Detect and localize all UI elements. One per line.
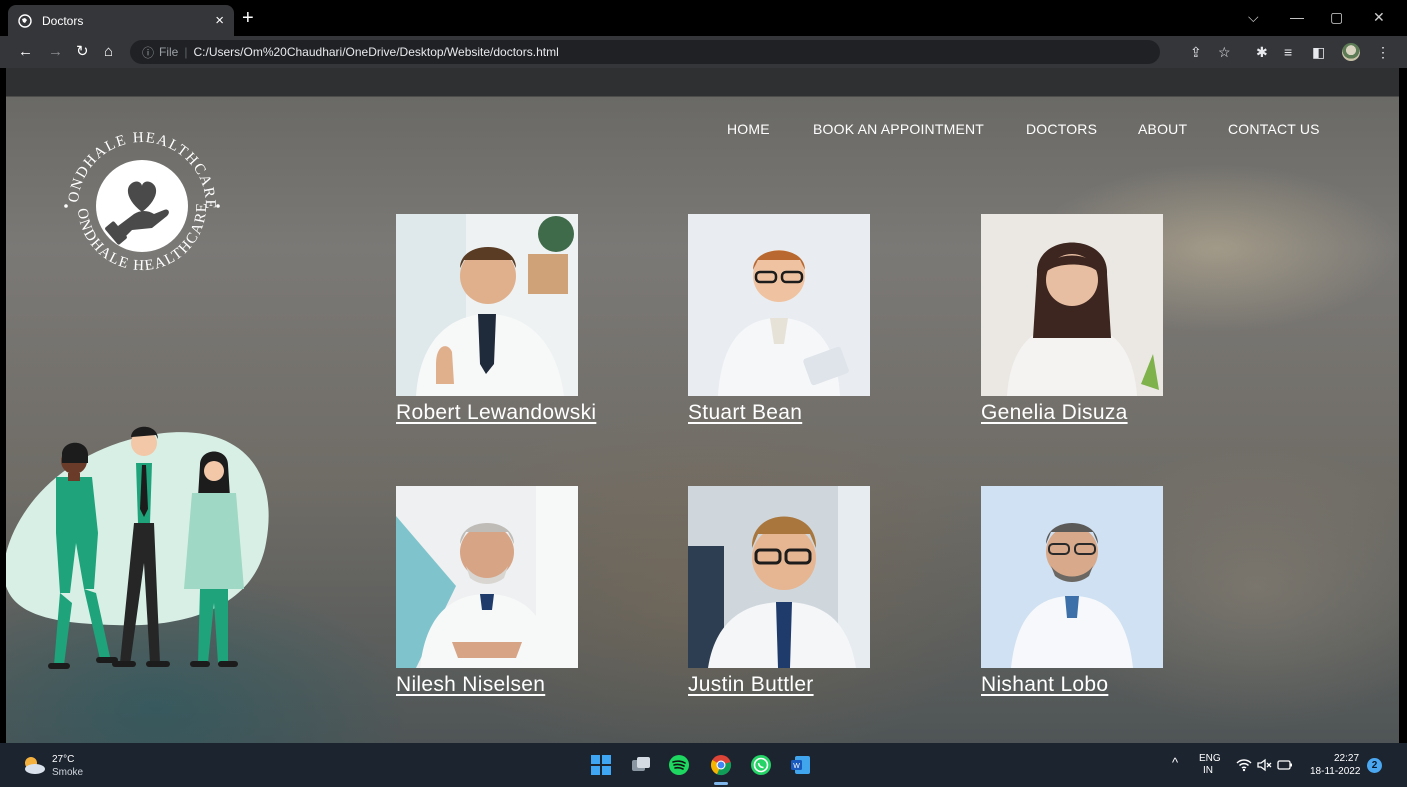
reload-button[interactable]: ↻	[76, 43, 89, 61]
browser-menu-icon[interactable]: ⋮	[1376, 44, 1390, 60]
weather-cloud-icon[interactable]	[22, 755, 46, 775]
restore-button[interactable]: ▢	[1330, 9, 1343, 25]
clock-date[interactable]: 18-11-2022	[1310, 766, 1360, 777]
close-window-button[interactable]: ✕	[1373, 9, 1385, 25]
clock-time[interactable]: 22:27	[1334, 753, 1359, 764]
reading-list-icon[interactable]: ≡	[1284, 44, 1292, 60]
battery-icon[interactable]	[1277, 759, 1293, 771]
doctor-name-robert[interactable]: Robert Lewandowski	[396, 401, 596, 425]
nav-doctors[interactable]: DOCTORS	[1026, 121, 1097, 137]
nav-book-appointment[interactable]: BOOK AN APPOINTMENT	[813, 121, 984, 137]
share-icon[interactable]: ⇪	[1190, 44, 1202, 60]
side-panel-icon[interactable]: ◧	[1312, 44, 1325, 60]
whatsapp-icon[interactable]	[750, 754, 772, 776]
chrome-active-indicator	[714, 782, 728, 785]
nav-home[interactable]: HOME	[727, 121, 770, 137]
word-icon[interactable]: W	[790, 754, 812, 776]
doctor-photo-nilesh[interactable]	[396, 486, 578, 668]
language-top[interactable]: ENG	[1199, 753, 1221, 764]
tab-search-icon[interactable]: ⌵	[1248, 9, 1259, 25]
url-separator: |	[184, 45, 188, 59]
forward-button[interactable]: →	[48, 43, 63, 61]
main-nav: HOME BOOK AN APPOINTMENT DOCTORS ABOUT C…	[6, 121, 1399, 141]
doctor-name-nishant[interactable]: Nishant Lobo	[981, 673, 1108, 697]
minimize-button[interactable]: —	[1290, 9, 1304, 25]
page-viewport: JONDHALE HEALTHCARE JONDHALE HEALTHCARE …	[6, 68, 1399, 743]
doctor-name-genelia[interactable]: Genelia Disuza	[981, 401, 1128, 425]
windows-start-icon[interactable]	[590, 754, 612, 776]
profile-avatar[interactable]	[1342, 43, 1360, 61]
weather-description[interactable]: Smoke	[52, 767, 83, 778]
wifi-icon[interactable]	[1236, 758, 1252, 772]
weather-temperature[interactable]: 27°C	[52, 754, 74, 765]
home-button[interactable]: ⌂	[104, 43, 113, 61]
address-bar[interactable]: ⓘ File | C:/Users/Om%20Chaudhari/OneDriv…	[130, 40, 1160, 64]
doctor-photo-stuart[interactable]	[688, 214, 870, 396]
doctor-name-nilesh[interactable]: Nilesh Niselsen	[396, 673, 545, 697]
tab-title: Doctors	[42, 13, 84, 28]
task-view-icon[interactable]	[630, 754, 652, 776]
browser-toolbar: ← → ↻ ⌂ ⓘ File | C:/Users/Om%20Chaudhari…	[0, 36, 1407, 68]
windows-taskbar: 27°C Smoke W ^ ENG IN 22:27 18-11-2022 2	[0, 743, 1407, 787]
new-tab-button[interactable]: +	[242, 8, 254, 28]
nav-about[interactable]: ABOUT	[1138, 121, 1187, 137]
svg-text:W: W	[793, 763, 800, 770]
url-text[interactable]: C:/Users/Om%20Chaudhari/OneDrive/Desktop…	[193, 45, 558, 59]
globe-icon	[18, 13, 32, 28]
chrome-icon[interactable]	[710, 754, 732, 776]
back-button[interactable]: ←	[18, 43, 33, 61]
site-info-icon[interactable]: ⓘ	[142, 44, 154, 61]
doctor-name-stuart[interactable]: Stuart Bean	[688, 401, 802, 425]
language-bottom[interactable]: IN	[1203, 765, 1213, 776]
doctor-name-justin[interactable]: Justin Buttler	[688, 673, 814, 697]
tab-close-icon[interactable]: ×	[215, 12, 224, 29]
medical-staff-illustration	[6, 426, 269, 669]
page-top-band	[6, 68, 1399, 96]
doctor-photo-genelia[interactable]	[981, 214, 1163, 396]
browser-tab-doctors[interactable]: Doctors ×	[8, 5, 234, 36]
bookmark-star-icon[interactable]: ☆	[1218, 44, 1231, 60]
extensions-icon[interactable]: ✱	[1256, 44, 1268, 60]
doctor-photo-robert[interactable]	[396, 214, 578, 396]
nav-contact-us[interactable]: CONTACT US	[1228, 121, 1320, 137]
doctor-photo-justin[interactable]	[688, 486, 870, 668]
jondhale-healthcare-logo[interactable]: JONDHALE HEALTHCARE JONDHALE HEALTHCARE	[54, 118, 230, 294]
notification-badge[interactable]: 2	[1367, 758, 1382, 773]
doctor-photo-nishant[interactable]	[981, 486, 1163, 668]
spotify-icon[interactable]	[668, 754, 690, 776]
browser-tab-strip: Doctors × + ⌵ — ▢ ✕	[0, 0, 1407, 36]
volume-muted-icon[interactable]	[1256, 758, 1272, 772]
url-scheme: File	[159, 45, 179, 59]
tray-overflow-chevron[interactable]: ^	[1172, 756, 1178, 769]
